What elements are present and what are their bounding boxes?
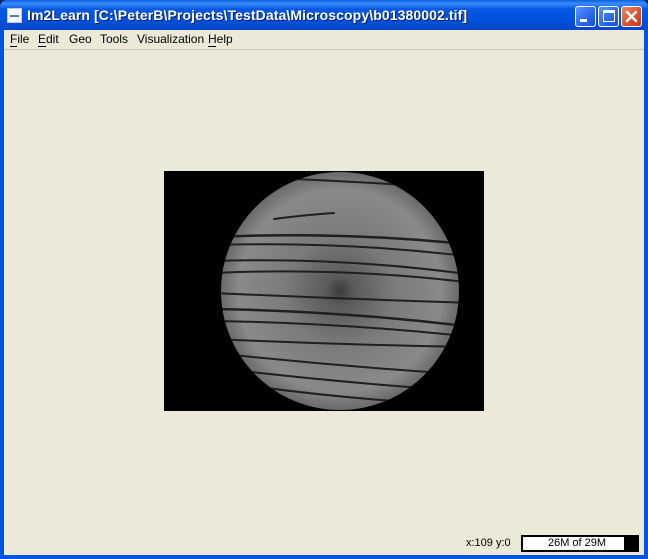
minimize-icon	[580, 19, 587, 22]
client-area: File Edit Geo Tools Visualization Help x…	[4, 30, 644, 555]
menu-file[interactable]: File	[10, 32, 29, 46]
menu-visualization[interactable]: Visualization	[137, 32, 204, 46]
menu-edit[interactable]: Edit	[38, 32, 59, 46]
app-icon[interactable]	[7, 8, 22, 23]
minimize-button[interactable]	[575, 6, 596, 27]
menu-help-mnemonic	[208, 46, 216, 47]
menu-edit-mnemonic	[38, 46, 46, 47]
close-button[interactable]	[621, 6, 642, 27]
memory-indicator[interactable]: 26M of 29M	[521, 535, 639, 552]
title-bar[interactable]: Im2Learn [C:\PeterB\Projects\TestData\Mi…	[0, 0, 648, 30]
memory-label: 26M of 29M	[547, 537, 607, 549]
close-icon	[625, 10, 638, 23]
app-window: Im2Learn [C:\PeterB\Projects\TestData\Mi…	[0, 0, 648, 559]
microscopy-image[interactable]	[164, 171, 484, 411]
maximize-button[interactable]	[598, 6, 619, 27]
menu-geo[interactable]: Geo	[69, 32, 92, 46]
menu-file-mnemonic	[10, 46, 17, 47]
menu-help[interactable]: Help	[208, 32, 233, 46]
maximize-icon	[603, 10, 615, 22]
menu-tools[interactable]: Tools	[100, 32, 128, 46]
window-title: Im2Learn [C:\PeterB\Projects\TestData\Mi…	[27, 7, 468, 23]
menu-bar: File Edit Geo Tools Visualization Help	[4, 30, 644, 50]
cursor-coordinates: x:109 y:0	[466, 537, 511, 549]
